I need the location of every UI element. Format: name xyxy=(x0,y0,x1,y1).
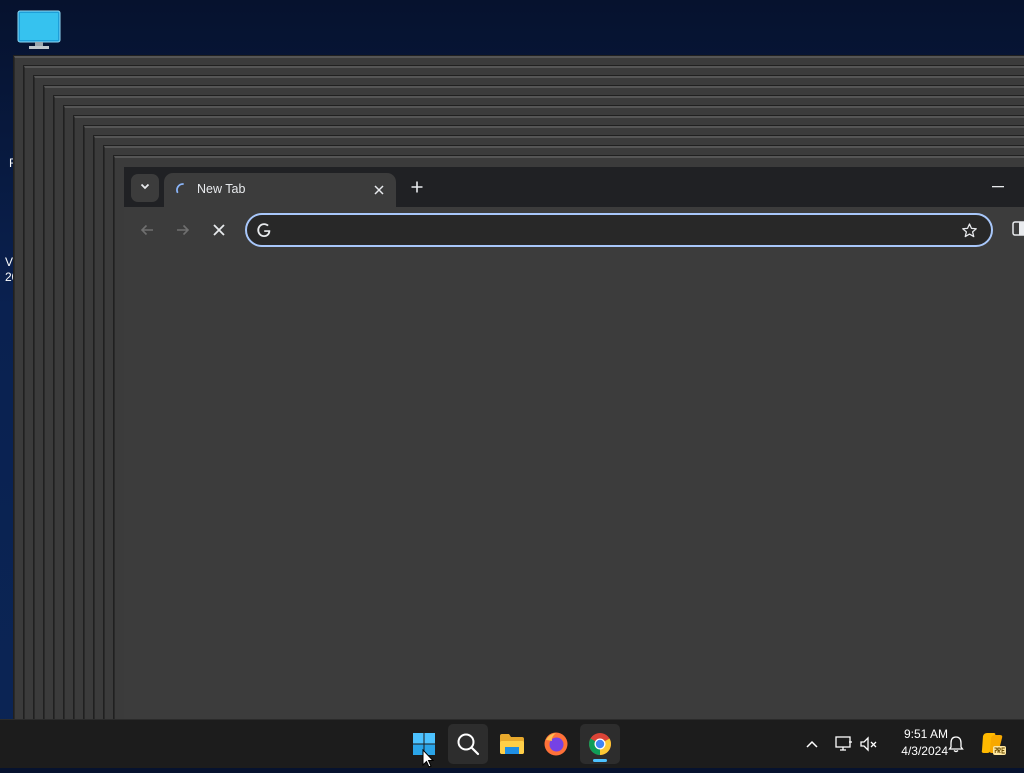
plus-icon xyxy=(411,181,423,193)
loading-spinner-icon xyxy=(175,182,191,198)
firefox-button[interactable] xyxy=(536,724,576,764)
browser-window: New Tab xyxy=(124,167,1024,720)
file-explorer-button[interactable] xyxy=(492,724,532,764)
address-bar[interactable] xyxy=(245,213,993,247)
new-tab-button[interactable] xyxy=(406,176,428,198)
minimize-button[interactable] xyxy=(990,177,1006,197)
page-content xyxy=(124,253,1024,720)
bookmark-button[interactable] xyxy=(959,220,979,240)
browser-toolbar xyxy=(124,207,1024,253)
bell-icon xyxy=(948,736,964,753)
side-panel-icon xyxy=(1012,221,1024,236)
chevron-up-icon xyxy=(806,740,818,748)
taskbar: 9:51 AM 4/3/2024 xyxy=(0,719,1024,768)
omnibox-input[interactable] xyxy=(281,219,945,243)
this-pc-icon[interactable] xyxy=(17,10,61,50)
copilot-preview-button[interactable] xyxy=(980,733,1006,755)
network-icon xyxy=(835,736,852,751)
stop-loading-button[interactable] xyxy=(207,218,231,242)
google-g-icon xyxy=(255,221,273,239)
back-arrow-icon xyxy=(140,224,153,236)
tab-new-tab[interactable]: New Tab xyxy=(164,173,396,207)
forward-arrow-icon xyxy=(177,224,190,236)
forward-button[interactable] xyxy=(171,218,195,242)
star-icon xyxy=(961,222,977,237)
chevron-down-icon xyxy=(139,179,151,197)
mouse-cursor-icon xyxy=(422,748,435,768)
network-button[interactable] xyxy=(834,734,854,754)
clock-date: 4/3/2024 xyxy=(901,744,948,758)
tab-title: New Tab xyxy=(197,182,246,196)
notifications-button[interactable] xyxy=(946,734,966,754)
firefox-icon xyxy=(544,732,568,756)
copilot-pre-icon xyxy=(981,733,1006,755)
side-panel-button[interactable] xyxy=(1012,221,1024,239)
tab-close-button[interactable] xyxy=(370,181,388,199)
volume-muted-icon xyxy=(860,736,877,752)
show-hidden-icons-button[interactable] xyxy=(802,734,822,754)
search-button[interactable] xyxy=(448,724,488,764)
volume-button[interactable] xyxy=(859,734,879,754)
tab-search-button[interactable] xyxy=(131,174,159,202)
minimize-icon xyxy=(992,186,1004,188)
close-icon xyxy=(213,224,225,236)
chrome-button[interactable] xyxy=(580,724,620,764)
close-icon xyxy=(374,185,384,195)
clock[interactable]: 9:51 AM 4/3/2024 xyxy=(884,726,948,760)
tab-strip: New Tab xyxy=(124,167,1024,207)
active-app-indicator xyxy=(593,759,607,762)
back-button[interactable] xyxy=(135,218,159,242)
chrome-icon xyxy=(589,733,611,755)
clock-time: 9:51 AM xyxy=(903,727,948,741)
search-icon xyxy=(457,733,480,756)
file-explorer-icon xyxy=(500,734,524,754)
